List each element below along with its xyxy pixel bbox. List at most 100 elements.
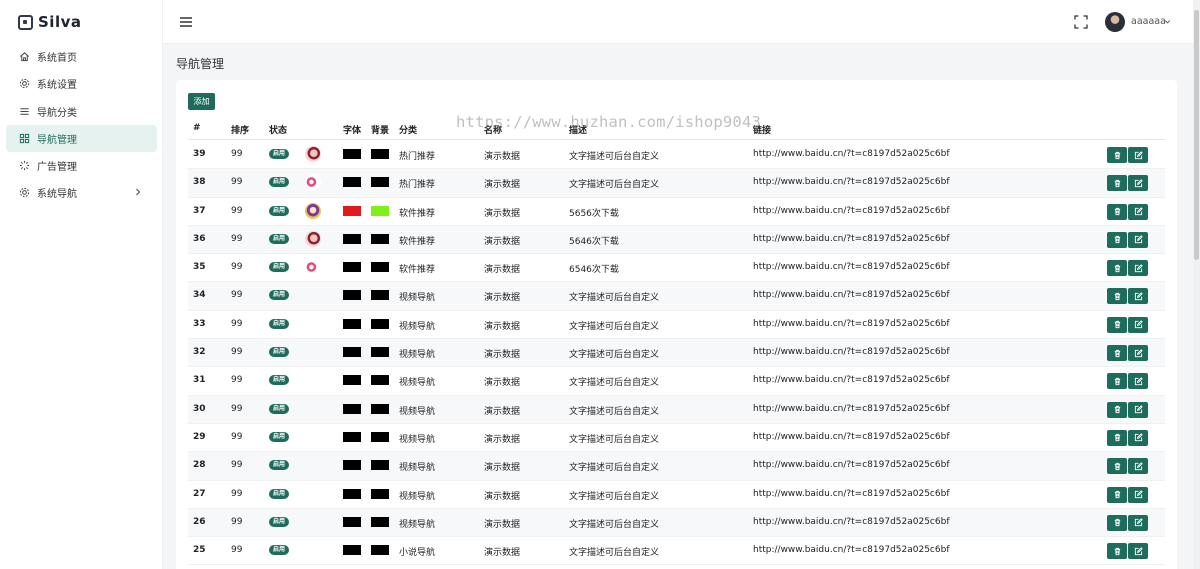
edit-button[interactable] — [1128, 543, 1148, 560]
edit-button[interactable] — [1128, 514, 1148, 531]
cell-desc: 文字描述可后台自定义 — [569, 519, 660, 530]
sidebar-item-nav-management[interactable]: 导航管理 — [6, 124, 157, 152]
cell-desc: 文字描述可后台自定义 — [569, 350, 660, 361]
cell-link[interactable]: http://www.baidu.cn/?t=c8197d52a025c6bf — [753, 347, 950, 357]
menu-toggle-icon[interactable] — [179, 15, 193, 29]
bg-color-swatch — [371, 375, 389, 386]
sidebar-item-ads[interactable]: 广告管理 — [6, 152, 157, 179]
cell-category: 视频导航 — [399, 350, 436, 361]
edit-button[interactable] — [1128, 458, 1148, 475]
add-button[interactable]: 添加 — [188, 93, 215, 110]
cell-id: 32 — [193, 347, 206, 358]
delete-button[interactable] — [1107, 288, 1127, 305]
status-badge: 启用 — [269, 431, 290, 442]
cell-category: 视频导航 — [399, 406, 436, 417]
delete-button[interactable] — [1107, 147, 1127, 163]
edit-button[interactable] — [1128, 429, 1148, 446]
table-row: 30 99 启用 视频导航 演示数据 文字描述可后台自定义 http://www… — [188, 395, 1165, 424]
cell-sort: 99 — [231, 460, 243, 471]
cell-sort: 99 — [231, 233, 243, 244]
cell-link[interactable]: http://www.baidu.cn/?t=c8197d52a025c6bf — [753, 149, 950, 159]
edit-button[interactable] — [1128, 260, 1148, 277]
cell-desc: 文字描述可后台自定义 — [569, 152, 660, 162]
cell-link[interactable]: http://www.baidu.cn/?t=c8197d52a025c6bf — [753, 290, 950, 300]
edit-button[interactable] — [1128, 203, 1148, 220]
status-badge: 启用 — [269, 516, 290, 527]
table-row: 25 99 启用 小说导航 演示数据 文字描述可后台自定义 http://www… — [188, 537, 1165, 566]
cell-link[interactable]: http://www.baidu.cn/?t=c8197d52a025c6bf — [753, 545, 950, 555]
cell-name: 演示数据 — [484, 236, 521, 247]
cell-sort: 99 — [231, 205, 243, 216]
thumbnail-image — [305, 202, 321, 219]
cell-sort: 99 — [231, 403, 243, 414]
edit-icon — [1134, 320, 1143, 329]
cell-link[interactable]: http://www.baidu.cn/?t=c8197d52a025c6bf — [753, 460, 950, 470]
edit-button[interactable] — [1128, 486, 1148, 503]
scrollbar[interactable] — [1193, 0, 1200, 569]
cell-desc: 文字描述可后台自定义 — [569, 434, 660, 445]
chevron-down-icon[interactable] — [1164, 18, 1171, 25]
edit-button[interactable] — [1128, 401, 1148, 418]
sidebar-item-home[interactable]: 系统首页 — [6, 43, 157, 70]
scrollbar-thumb[interactable] — [1194, 10, 1199, 260]
delete-button[interactable] — [1107, 175, 1127, 192]
topbar: aaaaaa — [163, 0, 1193, 44]
thumbnail-image — [305, 230, 321, 247]
cell-link[interactable]: http://www.baidu.cn/?t=c8197d52a025c6bf — [753, 177, 950, 187]
cell-link[interactable]: http://www.baidu.cn/?t=c8197d52a025c6bf — [753, 206, 950, 216]
trash-icon — [1114, 292, 1120, 301]
font-color-swatch — [343, 460, 361, 471]
table-row: 38 99 启用 热门推荐 演示数据 文字描述可后台自定义 http://www… — [188, 169, 1165, 198]
status-badge: 启用 — [269, 149, 290, 159]
delete-button[interactable] — [1107, 514, 1127, 531]
delete-button[interactable] — [1107, 316, 1127, 333]
edit-button[interactable] — [1128, 175, 1148, 192]
table-row: 35 99 启用 软件推荐 演示数据 6546次下载 http://www.ba… — [188, 254, 1165, 283]
sidebar-item-system-nav[interactable]: 系统导航 — [6, 179, 157, 206]
cell-link[interactable]: http://www.baidu.cn/?t=c8197d52a025c6bf — [753, 234, 950, 244]
username[interactable]: aaaaaa — [1131, 16, 1166, 27]
delete-button[interactable] — [1107, 486, 1127, 503]
cell-sort: 99 — [231, 177, 243, 188]
brand[interactable]: Silva — [18, 12, 82, 32]
delete-button[interactable] — [1107, 458, 1127, 475]
cell-name: 演示数据 — [484, 491, 521, 502]
cell-name: 演示数据 — [484, 321, 521, 332]
edit-icon — [1134, 235, 1143, 244]
sidebar-item-settings[interactable]: 系统设置 — [6, 70, 157, 97]
edit-button[interactable] — [1128, 147, 1148, 163]
cell-id: 25 — [193, 545, 206, 556]
cell-desc: 文字描述可后台自定义 — [569, 491, 660, 502]
sidebar-item-nav-category[interactable]: 导航分类 — [6, 98, 157, 125]
cell-link[interactable]: http://www.baidu.cn/?t=c8197d52a025c6bf — [753, 375, 950, 385]
edit-button[interactable] — [1128, 316, 1148, 333]
delete-button[interactable] — [1107, 401, 1127, 418]
fullscreen-icon[interactable] — [1074, 15, 1088, 29]
edit-button[interactable] — [1128, 231, 1148, 248]
edit-icon — [1134, 348, 1143, 357]
delete-button[interactable] — [1107, 543, 1127, 560]
cell-name: 演示数据 — [484, 519, 521, 530]
delete-button[interactable] — [1107, 373, 1127, 390]
delete-button[interactable] — [1107, 345, 1127, 362]
avatar[interactable] — [1105, 12, 1125, 32]
cell-link[interactable]: http://www.baidu.cn/?t=c8197d52a025c6bf — [753, 262, 950, 272]
delete-button[interactable] — [1107, 429, 1127, 446]
delete-button[interactable] — [1107, 231, 1127, 248]
cell-link[interactable]: http://www.baidu.cn/?t=c8197d52a025c6bf — [753, 432, 950, 442]
cell-link[interactable]: http://www.baidu.cn/?t=c8197d52a025c6bf — [753, 489, 950, 499]
cell-link[interactable]: http://www.baidu.cn/?t=c8197d52a025c6bf — [753, 404, 950, 414]
home-icon — [19, 51, 30, 62]
delete-button[interactable] — [1107, 260, 1127, 277]
edit-button[interactable] — [1128, 288, 1148, 305]
cell-link[interactable]: http://www.baidu.cn/?t=c8197d52a025c6bf — [753, 517, 950, 527]
cell-link[interactable]: http://www.baidu.cn/?t=c8197d52a025c6bf — [753, 319, 950, 329]
column-header-id: # — [193, 123, 201, 133]
edit-button[interactable] — [1128, 345, 1148, 362]
delete-button[interactable] — [1107, 203, 1127, 220]
edit-button[interactable] — [1128, 373, 1148, 390]
trash-icon — [1114, 519, 1120, 527]
cell-id: 35 — [193, 262, 206, 273]
sidebar-item-label: 系统导航 — [37, 189, 77, 201]
cell-category: 视频导航 — [399, 434, 436, 445]
